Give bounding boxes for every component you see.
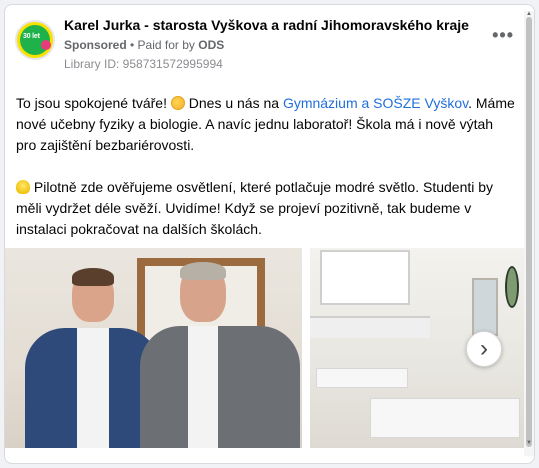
sponsored-label[interactable]: Sponsored	[64, 38, 127, 52]
author-name[interactable]: Karel Jurka - starosta Vyškova a radní J…	[64, 17, 469, 33]
lightbulb-icon	[16, 180, 30, 194]
paragraph-2: Pilotně zde ověřujeme osvětlení, které p…	[16, 177, 516, 240]
lab-bench	[316, 368, 408, 388]
wall-poster	[505, 266, 519, 308]
person-shirt	[77, 328, 109, 448]
carousel-next-button[interactable]: ›	[466, 331, 502, 367]
window	[472, 278, 498, 336]
paragraph-1: To jsou spokojené tváře! Dnes u nás na G…	[16, 93, 516, 156]
projection-screen	[320, 250, 410, 305]
post-text: To jsou spokojené tváře! Dnes u nás na G…	[16, 93, 516, 261]
school-link[interactable]: Gymnázium a SOŠZE Vyškov	[283, 95, 468, 111]
library-id: Library ID: 958731572995994	[64, 57, 223, 71]
person-shirt	[188, 326, 218, 448]
scrollbar-thumb[interactable]	[526, 17, 532, 447]
sponsored-post-card: 30 let Karel Jurka - starosta Vyškova a …	[4, 4, 535, 464]
paid-prefix: • Paid for by	[126, 38, 199, 52]
avatar-text: 30 let	[23, 33, 40, 40]
paid-by[interactable]: ODS	[198, 38, 224, 52]
post-header: 30 let Karel Jurka - starosta Vyškova a …	[5, 5, 534, 85]
scroll-down-icon[interactable]: ▼	[525, 440, 533, 446]
person-left	[15, 268, 160, 448]
avatar-dot	[41, 40, 51, 50]
lab-bench	[370, 398, 520, 438]
carousel-photo-people[interactable]	[5, 248, 302, 448]
person-hair	[72, 268, 114, 286]
text-segment: Dnes u nás na	[184, 95, 283, 111]
image-carousel: ›	[5, 248, 534, 448]
text-segment: To jsou spokojené tváře!	[16, 95, 171, 111]
more-options-button[interactable]: •••	[492, 26, 514, 44]
person-right	[140, 262, 300, 448]
cabinet	[310, 316, 430, 338]
person-body	[140, 326, 300, 448]
avatar[interactable]: 30 let	[15, 20, 55, 60]
smiling-face-icon	[170, 96, 185, 110]
text-segment: Pilotně zde ověřujeme osvětlení, které p…	[16, 179, 494, 237]
person-hair	[180, 262, 226, 280]
sponsored-meta: Sponsored • Paid for by ODS	[64, 38, 224, 52]
scrollbar[interactable]: ▲ ▼	[524, 11, 534, 456]
